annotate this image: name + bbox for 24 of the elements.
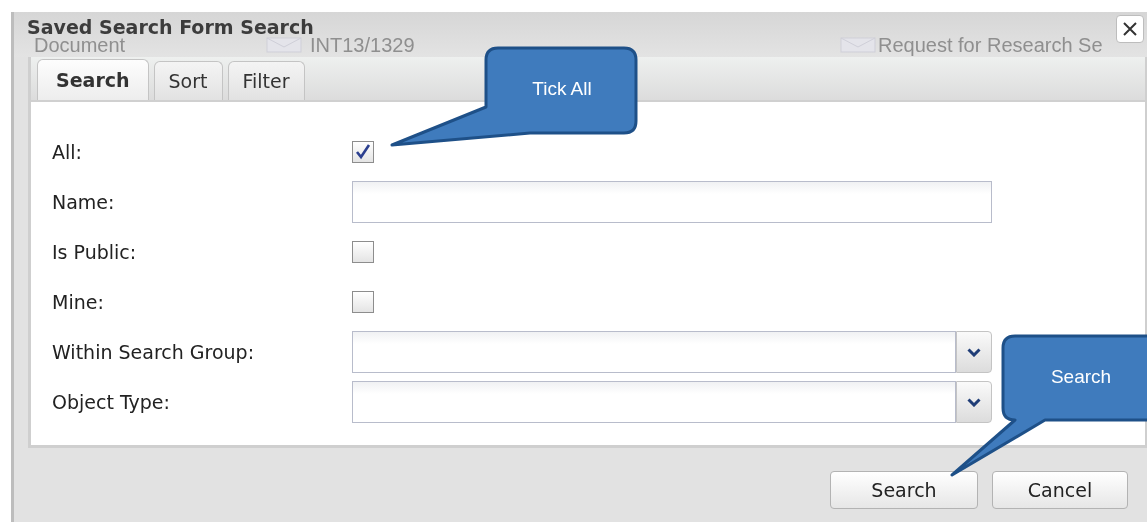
field-label: All: bbox=[52, 141, 83, 163]
chevron-down-icon bbox=[967, 397, 981, 407]
search-button[interactable]: Search bbox=[830, 471, 978, 509]
field-label: Object Type: bbox=[52, 391, 171, 413]
input-field[interactable] bbox=[352, 181, 992, 223]
checkbox[interactable] bbox=[352, 141, 374, 163]
dropdown-field[interactable] bbox=[352, 331, 992, 373]
callout-text: Search bbox=[1050, 366, 1112, 388]
background-text: Request for Research Se bbox=[878, 34, 1103, 57]
checkbox[interactable] bbox=[352, 291, 374, 313]
callout-text: Tick All bbox=[532, 78, 592, 100]
close-button[interactable] bbox=[1116, 15, 1144, 43]
field-label: Name: bbox=[52, 191, 116, 213]
field-label: Is Public: bbox=[52, 241, 138, 263]
field-label: Within Search Group: bbox=[52, 341, 256, 363]
dropdown-field[interactable] bbox=[352, 381, 992, 423]
cancel-button[interactable]: Cancel bbox=[992, 471, 1128, 509]
tab[interactable]: Search bbox=[37, 59, 149, 100]
checkbox[interactable] bbox=[352, 241, 374, 263]
tab[interactable]: Filter bbox=[227, 61, 305, 100]
field-label: Mine: bbox=[52, 291, 105, 313]
close-icon bbox=[1122, 21, 1138, 37]
tab[interactable]: Sort bbox=[153, 61, 223, 100]
chevron-down-icon bbox=[967, 347, 981, 357]
